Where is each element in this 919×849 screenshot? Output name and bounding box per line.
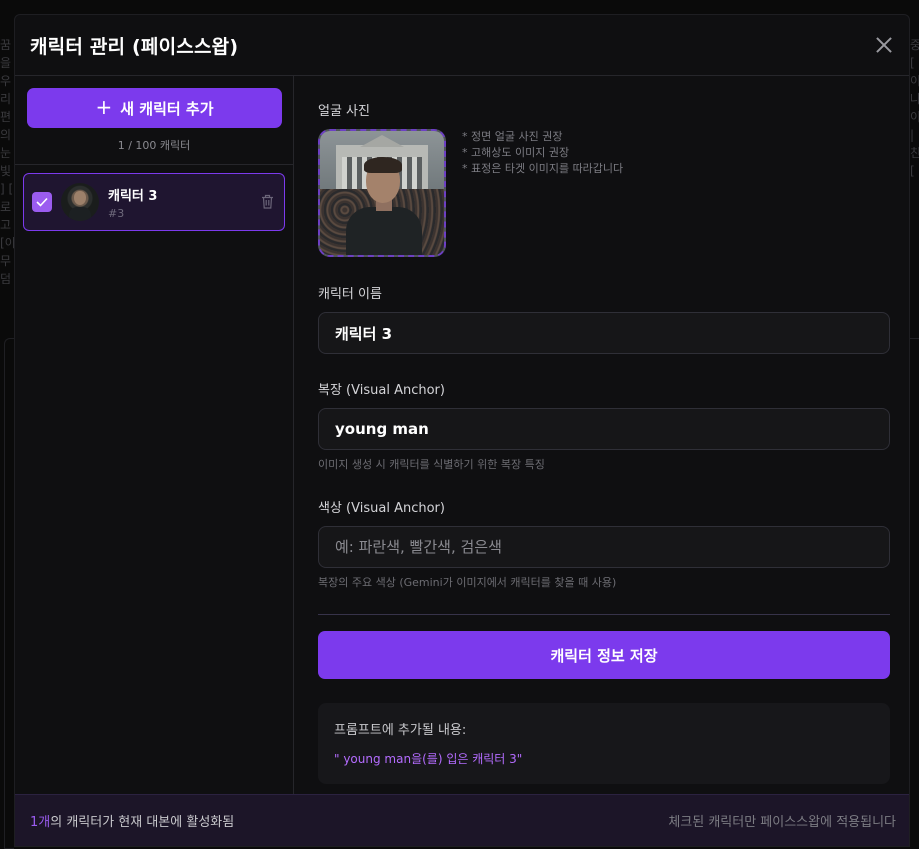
sidebar-top: + 새 캐릭터 추가 1 / 100 캐릭터 <box>15 76 293 165</box>
add-character-label: 새 캐릭터 추가 <box>120 99 214 118</box>
preview-text: " young man을(를) 입은 캐릭터 3" <box>334 752 523 766</box>
outfit-input[interactable] <box>318 408 890 450</box>
modal-footer: 1개의 캐릭터가 현재 대본에 활성화됨 체크된 캐릭터만 페이스스왑에 적용됩… <box>15 794 909 846</box>
add-character-button[interactable]: + 새 캐릭터 추가 <box>27 88 282 128</box>
bg-line: 중 <box>910 38 919 52</box>
modal-title: 캐릭터 관리 (페이스스왑) <box>30 35 239 58</box>
bg-line: 친 <box>910 146 919 160</box>
character-form: 얼굴 사진 * 정면 얼굴 사진 권장 * 고해상도 이미지 권장 * 표정은 … <box>294 76 909 794</box>
modal-header: 캐릭터 관리 (페이스스왑) <box>15 15 909 76</box>
modal-body: + 새 캐릭터 추가 1 / 100 캐릭터 캐릭터 3 #3 얼굴 사진 * … <box>15 76 909 794</box>
active-status: 1개의 캐릭터가 현재 대본에 활성화됨 <box>30 811 234 830</box>
bg-line: ] [ <box>0 182 14 196</box>
color-input[interactable] <box>318 526 890 568</box>
bg-line: 이 <box>910 74 919 88</box>
bg-line: 눈빛 <box>0 146 12 178</box>
character-count: 1 / 100 캐릭터 <box>117 139 191 152</box>
color-field: 색상 (Visual Anchor) 복장의 주요 색상 (Gemini가 이미… <box>318 497 890 590</box>
character-manager-modal: 캐릭터 관리 (페이스스왑) + 새 캐릭터 추가 1 / 100 캐릭터 캐릭… <box>14 14 910 847</box>
bg-line: 편의 <box>0 110 12 142</box>
active-text: 의 캐릭터가 현재 대본에 활성화됨 <box>50 815 235 830</box>
trash-icon[interactable] <box>261 194 274 209</box>
preview-label: 프롬프트에 추가될 내용: <box>334 723 467 738</box>
footer-note: 체크된 캐릭터만 페이스스왑에 적용됩니다 <box>668 815 896 830</box>
name-field: 캐릭터 이름 <box>318 283 890 354</box>
bg-line: [ <box>910 56 915 70</box>
character-sidebar: + 새 캐릭터 추가 1 / 100 캐릭터 캐릭터 3 #3 <box>15 76 294 794</box>
character-info: 캐릭터 3 #3 <box>108 185 157 220</box>
photo-row: * 정면 얼굴 사진 권장 * 고해상도 이미지 권장 * 표정은 타겟 이미지… <box>318 129 890 257</box>
face-photo-upload[interactable] <box>318 129 446 257</box>
photo-hints: * 정면 얼굴 사진 권장 * 고해상도 이미지 권장 * 표정은 타겟 이미지… <box>462 129 623 257</box>
save-character-button[interactable]: 캐릭터 정보 저장 <box>318 631 890 679</box>
photo-hint: * 고해상도 이미지 권장 <box>462 146 570 159</box>
background-page-text-left: 꿈을 우리 편의 눈빛 ] [ 로고 [이 무덤 <box>0 36 14 288</box>
bg-line: [이 <box>0 236 14 250</box>
plus-icon: + <box>95 95 113 119</box>
bg-line: 나 <box>910 92 919 106</box>
divider <box>318 614 890 615</box>
bg-line: 꿈을 <box>0 38 12 70</box>
background-panel-right <box>910 338 919 849</box>
bg-line: 이 <box>910 110 919 124</box>
outfit-field: 복장 (Visual Anchor) 이미지 생성 시 캐릭터를 식별하기 위한… <box>318 379 890 472</box>
character-name-input[interactable] <box>318 312 890 354</box>
bg-line: 로고 <box>0 200 12 232</box>
bg-line: 무덤 <box>0 254 12 286</box>
color-helper: 복장의 주요 색상 (Gemini가 이미지에서 캐릭터를 찾을 때 사용) <box>318 576 617 589</box>
character-number: #3 <box>108 206 125 220</box>
check-icon <box>36 197 48 207</box>
outfit-helper: 이미지 생성 시 캐릭터를 식별하기 위한 복장 특징 <box>318 458 545 471</box>
color-label: 색상 (Visual Anchor) <box>318 501 445 516</box>
close-icon[interactable] <box>873 34 895 56</box>
photo-label: 얼굴 사진 <box>318 104 370 119</box>
bg-line: 우리 <box>0 74 12 106</box>
photo-hint: * 정면 얼굴 사진 권장 <box>462 130 563 143</box>
prompt-preview: 프롬프트에 추가될 내용: " young man을(를) 입은 캐릭터 3" <box>318 703 890 784</box>
character-list-item[interactable]: 캐릭터 3 #3 <box>23 173 285 231</box>
character-checkbox[interactable] <box>32 192 52 212</box>
active-count: 1개 <box>30 815 51 830</box>
background-page-text-right: 중 [ 이 나 이 | 친 [ <box>910 36 919 180</box>
outfit-label: 복장 (Visual Anchor) <box>318 383 445 398</box>
bg-line: | <box>910 128 915 142</box>
avatar <box>61 183 99 221</box>
character-name: 캐릭터 3 <box>108 188 158 204</box>
background-panel <box>4 338 14 849</box>
bg-line: [ <box>910 164 915 178</box>
name-label: 캐릭터 이름 <box>318 287 382 302</box>
photo-hint: * 표정은 타겟 이미지를 따라갑니다 <box>462 162 624 175</box>
